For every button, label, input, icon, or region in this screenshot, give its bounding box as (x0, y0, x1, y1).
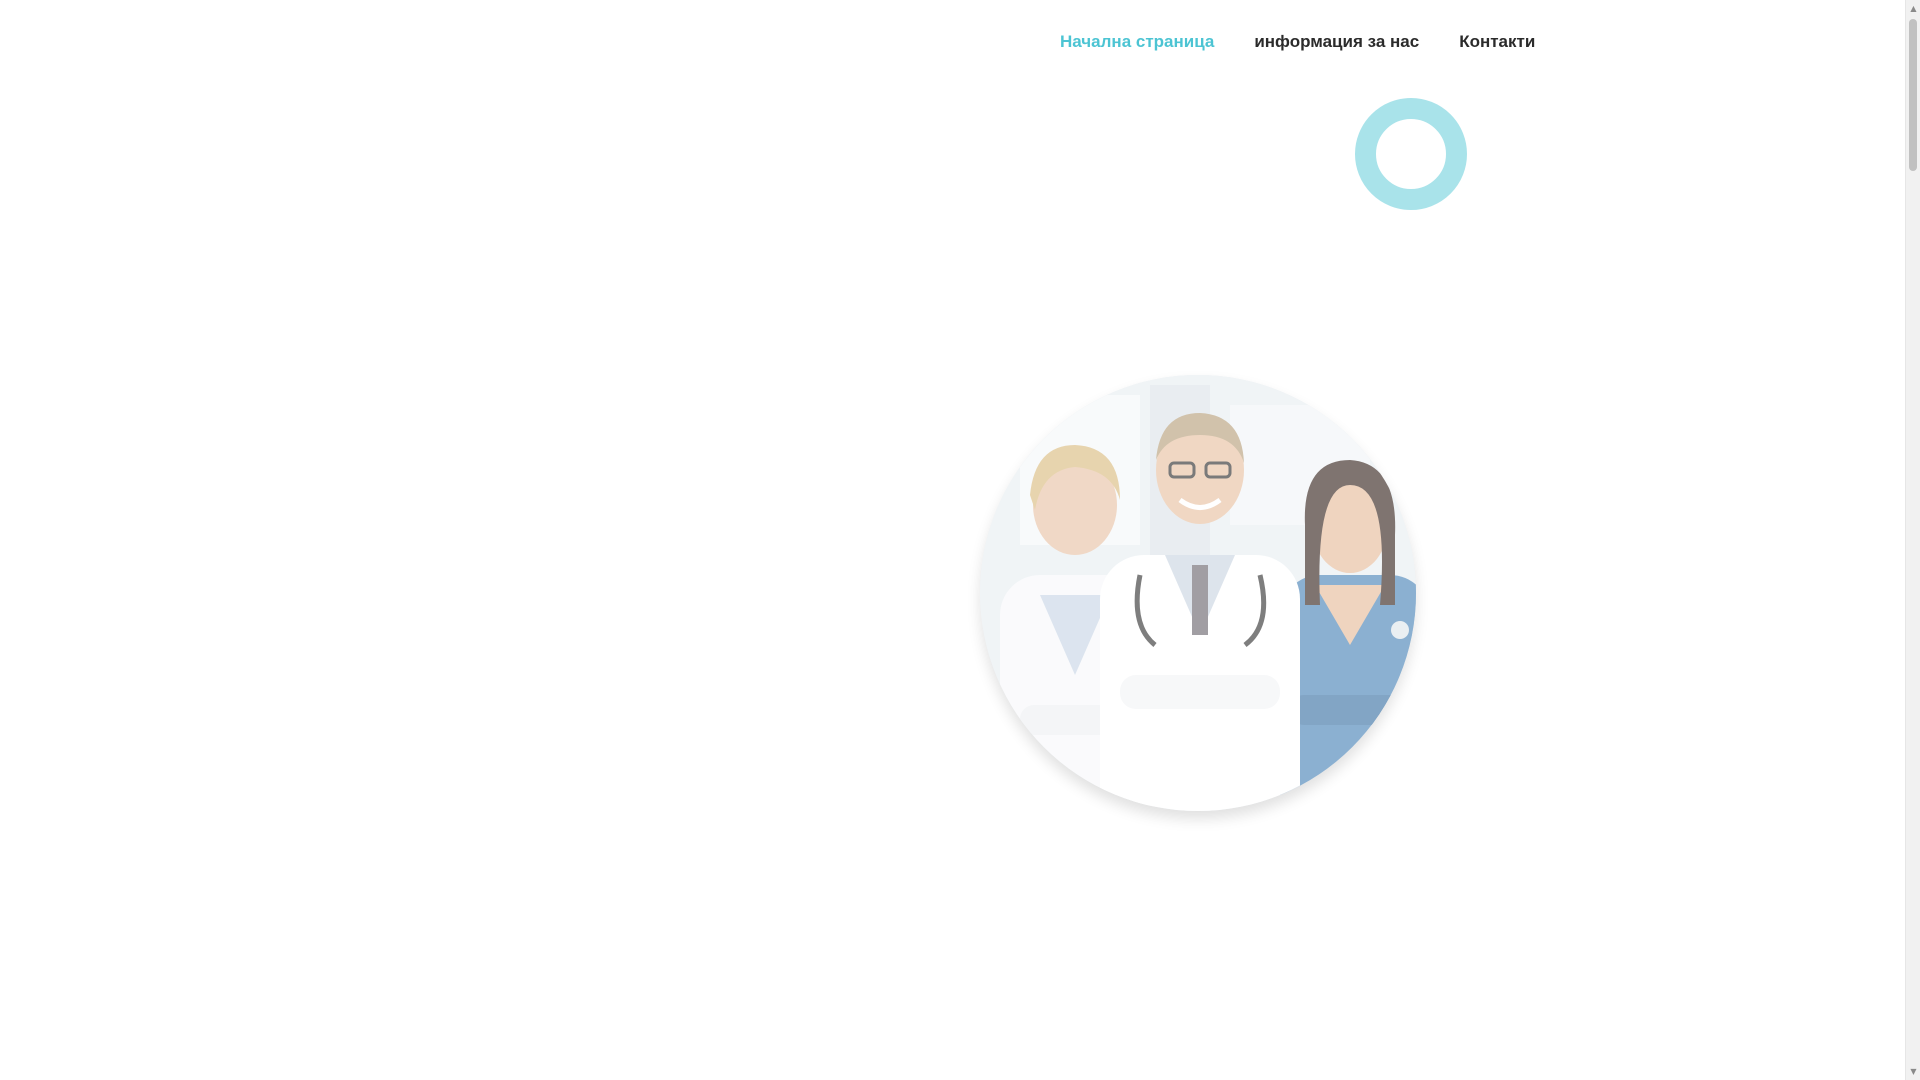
scroll-down-arrow-icon[interactable]: ▼ (1906, 1063, 1920, 1080)
vertical-scrollbar[interactable]: ▲ ▼ (1905, 0, 1920, 1080)
nav-item-contacts[interactable]: Контакти (1439, 28, 1555, 56)
page-viewport: Начална страница информация за нас Конта… (0, 0, 1905, 1080)
hero-doctors-photo (980, 375, 1416, 811)
doctors-illustration (980, 375, 1416, 811)
page: Начална страница информация за нас Конта… (0, 0, 1920, 1080)
decorative-ring (1355, 98, 1467, 210)
main-navigation: Начална страница информация за нас Конта… (1040, 28, 1555, 56)
nav-item-about[interactable]: информация за нас (1234, 28, 1439, 56)
nav-item-home[interactable]: Начална страница (1040, 28, 1234, 56)
scroll-up-arrow-icon[interactable]: ▲ (1906, 0, 1920, 17)
scrollbar-thumb[interactable] (1909, 19, 1917, 171)
